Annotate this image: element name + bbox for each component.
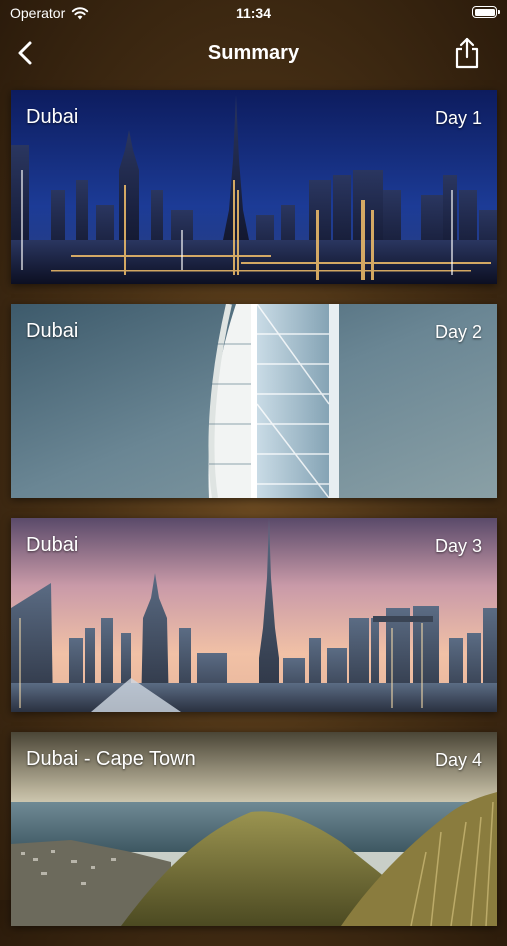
navigation-bar: Summary — [0, 28, 507, 78]
day-card-1[interactable]: Dubai Day 1 — [11, 90, 497, 284]
card-title: Dubai — [26, 534, 79, 556]
day-list: Dubai Day 1 Dubai Day 2 Dubai Day 3 Duba… — [11, 90, 497, 946]
card-title: Dubai - Cape Town — [26, 748, 196, 770]
dubai-night-skyline-image — [11, 90, 497, 284]
status-bar: Operator 11:34 — [0, 0, 507, 28]
card-day-label: Day 2 — [434, 322, 482, 342]
day-card-4[interactable]: Dubai - Cape Town Day 4 — [11, 732, 497, 926]
card-title: Dubai — [26, 320, 79, 342]
card-day-label: Day 3 — [434, 536, 482, 556]
page-title: Summary — [207, 42, 300, 64]
day-card-3[interactable]: Dubai Day 3 — [11, 518, 497, 712]
share-button[interactable] — [453, 36, 481, 70]
share-icon — [455, 37, 479, 69]
clock: 11:34 — [235, 5, 272, 21]
dubai-sunset-skyline-image — [11, 518, 497, 712]
card-day-label: Day 4 — [434, 750, 482, 770]
day-card-2[interactable]: Dubai Day 2 — [11, 304, 497, 498]
battery-icon — [472, 6, 500, 18]
card-day-label: Day 1 — [434, 108, 482, 128]
card-title: Dubai — [26, 106, 79, 128]
burj-al-arab-image — [11, 304, 497, 498]
